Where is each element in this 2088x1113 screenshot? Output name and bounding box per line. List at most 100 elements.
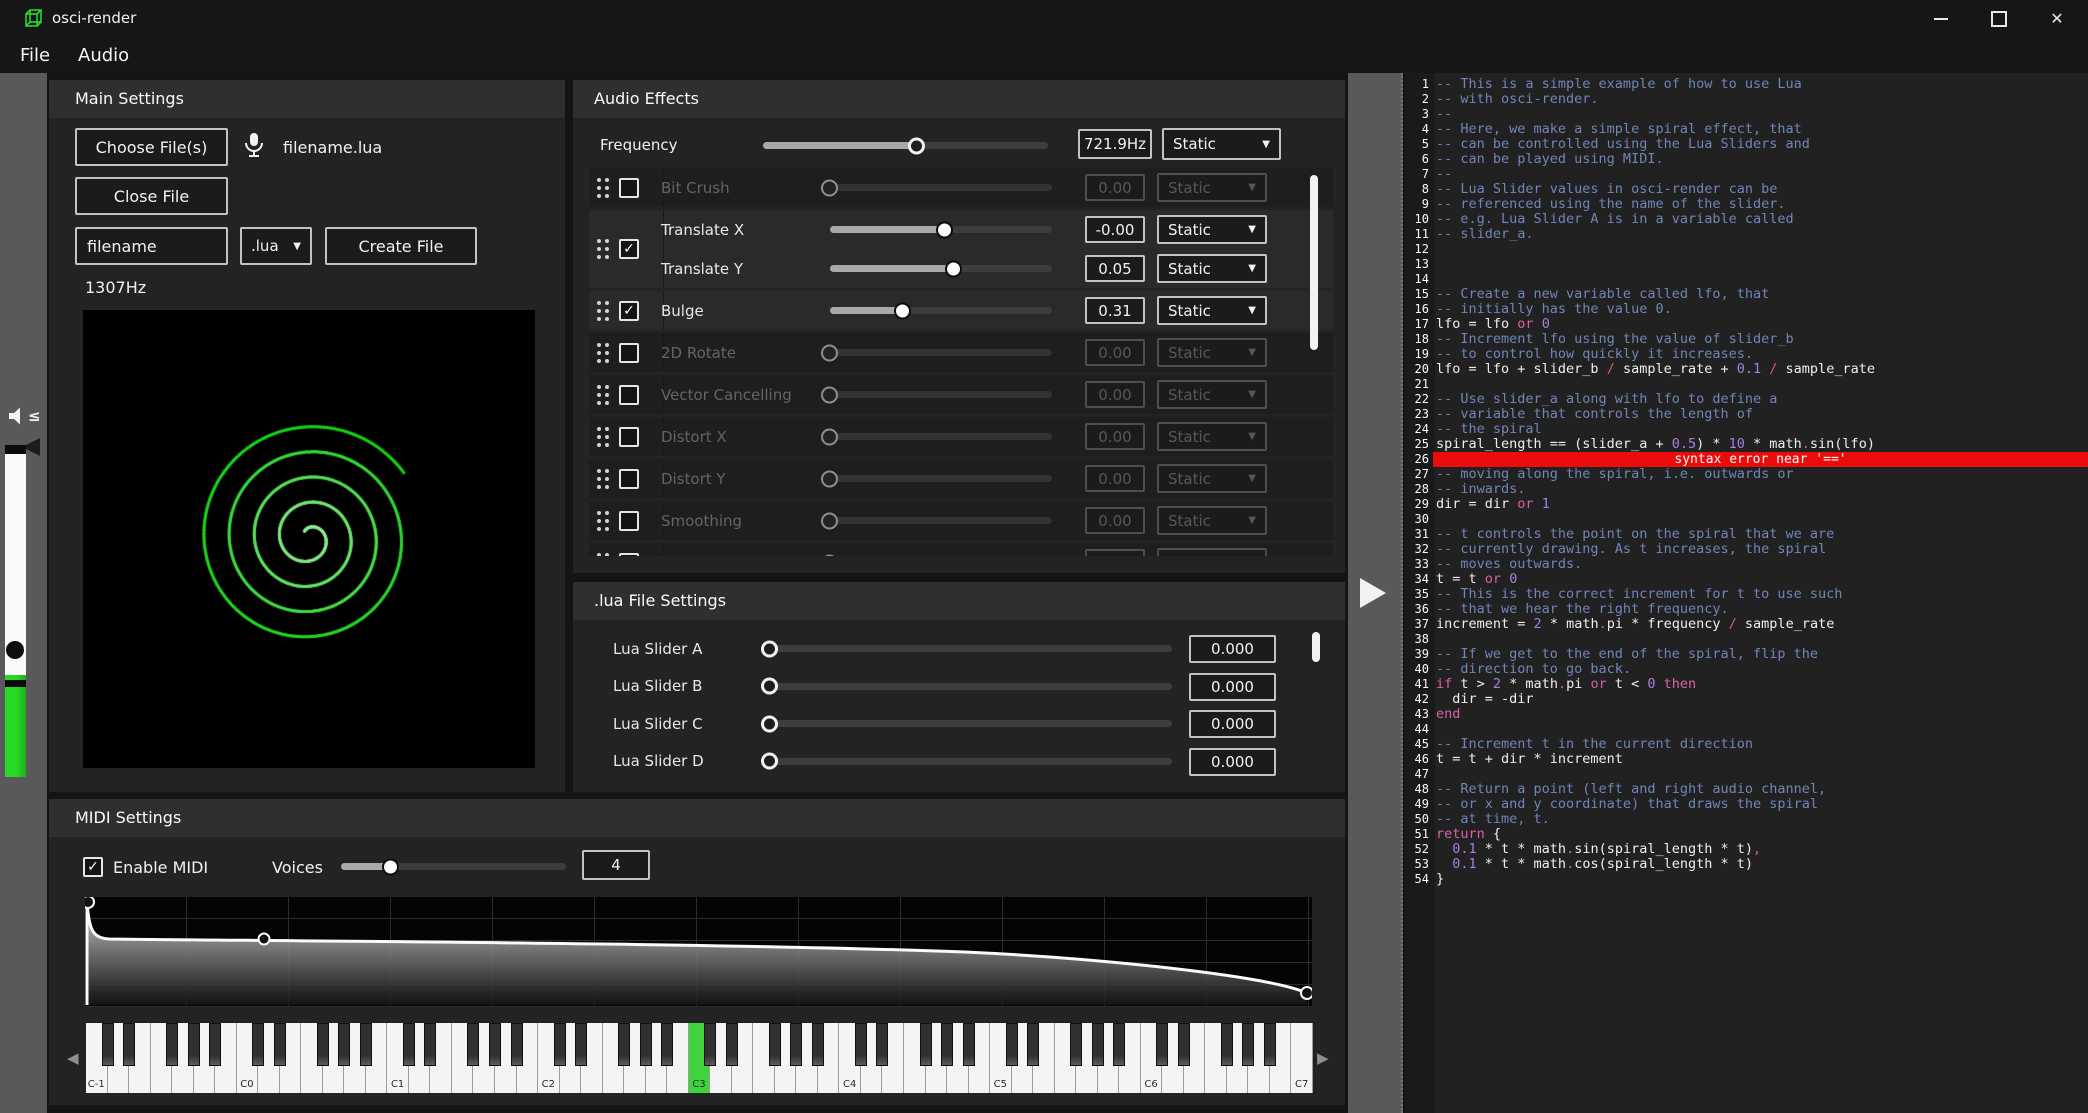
extension-dropdown[interactable]: .lua▼ xyxy=(240,227,312,265)
black-key[interactable] xyxy=(1242,1023,1254,1066)
effect-value[interactable]: 0.31 xyxy=(1085,297,1145,324)
black-key[interactable] xyxy=(575,1023,587,1066)
black-key[interactable] xyxy=(252,1023,264,1066)
scroll-right-arrow-icon[interactable]: ▶ xyxy=(1317,1049,1329,1067)
filename-input[interactable]: filename xyxy=(75,227,228,265)
frequency-slider[interactable] xyxy=(763,142,1048,149)
effect-slider-thumb[interactable] xyxy=(821,344,838,361)
effect-slider[interactable] xyxy=(830,265,1052,272)
black-key[interactable] xyxy=(1113,1023,1125,1066)
lua-slider-value[interactable]: 0.000 xyxy=(1189,710,1276,738)
black-key[interactable] xyxy=(209,1023,221,1066)
effect-value[interactable]: 0.00 xyxy=(1085,381,1145,408)
effect-value[interactable]: 0.00 xyxy=(1085,174,1145,201)
lua-code-editor[interactable]: 1-- This is a simple example of how to u… xyxy=(1405,73,2088,1113)
effect-mode-dropdown[interactable]: Static▼ xyxy=(1157,215,1267,244)
black-key[interactable] xyxy=(338,1023,350,1066)
effect-slider[interactable] xyxy=(830,475,1052,482)
white-key-C7[interactable]: C7 xyxy=(1291,1023,1313,1093)
black-key[interactable] xyxy=(403,1023,415,1066)
effects-scrollbar[interactable] xyxy=(1310,175,1318,350)
lua-slider-value[interactable]: 0.000 xyxy=(1189,635,1276,663)
lua-scrollbar[interactable] xyxy=(1312,632,1320,662)
effect-slider[interactable] xyxy=(830,433,1052,440)
effect-slider-thumb[interactable] xyxy=(821,428,838,445)
black-key[interactable] xyxy=(188,1023,200,1066)
effect-slider[interactable] xyxy=(830,226,1052,233)
voices-value[interactable]: 4 xyxy=(582,850,650,880)
black-key[interactable] xyxy=(790,1023,802,1066)
minimize-icon[interactable] xyxy=(1918,0,1964,37)
black-key[interactable] xyxy=(726,1023,738,1066)
black-key[interactable] xyxy=(123,1023,135,1066)
black-key[interactable] xyxy=(618,1023,630,1066)
create-file-button[interactable]: Create File xyxy=(325,227,477,265)
black-key[interactable] xyxy=(1092,1023,1104,1066)
black-key[interactable] xyxy=(166,1023,178,1066)
frequency-value[interactable]: 721.9Hz xyxy=(1078,129,1152,159)
black-key[interactable] xyxy=(467,1023,479,1066)
effect-mode-dropdown[interactable]: Static▼ xyxy=(1157,506,1267,535)
effect-mode-dropdown[interactable]: Static▼ xyxy=(1157,296,1267,325)
scroll-left-arrow-icon[interactable]: ◀ xyxy=(67,1049,79,1067)
black-key[interactable] xyxy=(855,1023,867,1066)
lua-slider-thumb[interactable] xyxy=(761,715,778,732)
black-key[interactable] xyxy=(963,1023,975,1066)
effect-value[interactable]: -0.00 xyxy=(1085,216,1145,243)
black-key[interactable] xyxy=(489,1023,501,1066)
black-key[interactable] xyxy=(1178,1023,1190,1066)
microphone-icon[interactable] xyxy=(241,131,267,165)
black-key[interactable] xyxy=(640,1023,652,1066)
effect-slider[interactable] xyxy=(830,517,1052,524)
effect-slider-thumb[interactable] xyxy=(821,554,838,556)
black-key[interactable] xyxy=(102,1023,114,1066)
effect-mode-dropdown[interactable]: Static▼ xyxy=(1157,173,1267,202)
menu-audio[interactable]: Audio xyxy=(72,43,135,68)
effect-mode-dropdown[interactable]: Static▼ xyxy=(1157,548,1267,556)
black-key[interactable] xyxy=(1070,1023,1082,1066)
black-key[interactable] xyxy=(1006,1023,1018,1066)
lua-slider[interactable] xyxy=(770,720,1172,727)
effect-value[interactable]: 0.05 xyxy=(1085,255,1145,282)
effect-slider[interactable] xyxy=(830,349,1052,356)
effect-mode-dropdown[interactable]: Static▼ xyxy=(1157,464,1267,493)
lua-slider-thumb[interactable] xyxy=(761,640,778,657)
adsr-envelope[interactable] xyxy=(85,897,1312,1007)
maximize-icon[interactable] xyxy=(1976,0,2022,37)
effect-slider-thumb[interactable] xyxy=(821,386,838,403)
lua-slider-value[interactable]: 0.000 xyxy=(1189,673,1276,701)
black-key[interactable] xyxy=(769,1023,781,1066)
enable-midi-checkbox[interactable]: ✓ xyxy=(83,857,103,877)
black-key[interactable] xyxy=(704,1023,716,1066)
lua-slider-thumb[interactable] xyxy=(761,753,778,770)
black-key[interactable] xyxy=(876,1023,888,1066)
close-icon[interactable]: ✕ xyxy=(2034,0,2080,37)
effect-slider[interactable] xyxy=(830,391,1052,398)
black-key[interactable] xyxy=(1156,1023,1168,1066)
black-key[interactable] xyxy=(1221,1023,1233,1066)
black-key[interactable] xyxy=(274,1023,286,1066)
lua-slider[interactable] xyxy=(770,683,1172,690)
effect-slider-thumb[interactable] xyxy=(821,179,838,196)
effect-mode-dropdown[interactable]: Static▼ xyxy=(1157,422,1267,451)
lua-slider[interactable] xyxy=(770,645,1172,652)
black-key[interactable] xyxy=(360,1023,372,1066)
lua-slider-thumb[interactable] xyxy=(761,678,778,695)
play-icon[interactable] xyxy=(1360,578,1386,608)
black-key[interactable] xyxy=(317,1023,329,1066)
black-key[interactable] xyxy=(920,1023,932,1066)
choose-file-button[interactable]: Choose File(s) xyxy=(75,128,228,166)
effect-slider-thumb[interactable] xyxy=(821,470,838,487)
piano-keyboard[interactable]: C-1C0C1C2C3C4C5C6C7 xyxy=(85,1022,1314,1094)
lua-slider-value[interactable]: 0.000 xyxy=(1189,748,1276,776)
black-key[interactable] xyxy=(941,1023,953,1066)
frequency-mode-dropdown[interactable]: Static▼ xyxy=(1162,128,1281,160)
lua-slider[interactable] xyxy=(770,758,1172,765)
effect-value[interactable]: 0.00 xyxy=(1085,507,1145,534)
close-file-button[interactable]: Close File xyxy=(75,177,228,215)
black-key[interactable] xyxy=(812,1023,824,1066)
effect-slider-thumb[interactable] xyxy=(894,302,911,319)
menu-file[interactable]: File xyxy=(14,43,56,68)
effect-mode-dropdown[interactable]: Static▼ xyxy=(1157,254,1267,283)
effect-slider-thumb[interactable] xyxy=(945,260,962,277)
